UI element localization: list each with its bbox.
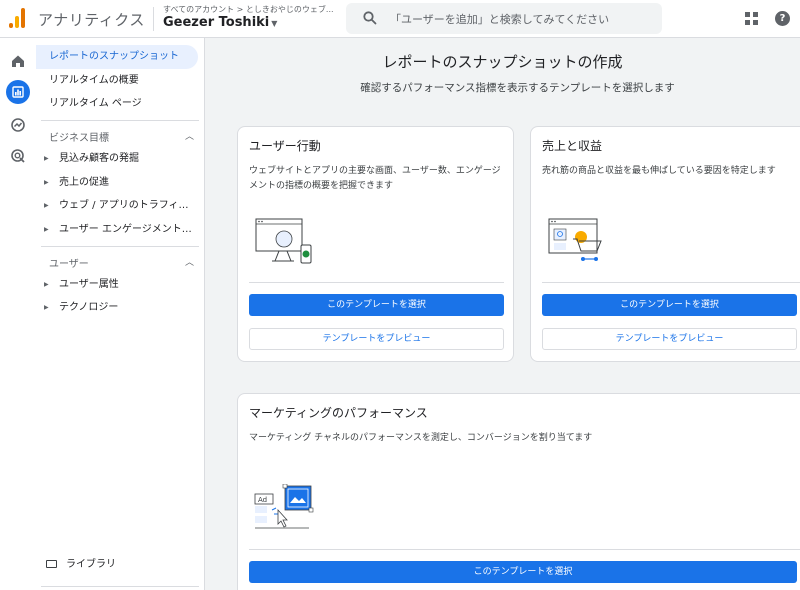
apps-grid-icon[interactable]	[745, 12, 758, 25]
expand-arrow-icon: ▶	[44, 202, 49, 209]
header-divider	[153, 7, 154, 31]
library-label: ライブラリ	[66, 559, 116, 570]
property-selector[interactable]: Geezer Toshiki ▼	[163, 15, 277, 30]
nav-divider	[41, 246, 199, 247]
sales-cart-illustration-icon	[548, 218, 602, 261]
nav-divider	[41, 586, 199, 587]
select-template-button[interactable]: このテンプレートを選択	[542, 294, 797, 316]
app-title[interactable]: アナリティクス	[38, 9, 145, 30]
select-template-button[interactable]: このテンプレートを選択	[249, 561, 797, 583]
nav-item-drive-sales[interactable]: ▶ 売上の促進	[36, 171, 198, 195]
nav-section-user[interactable]: ユーザー ︿	[49, 255, 194, 270]
nav-item-label: ユーザー エンゲージメントと...	[59, 224, 198, 235]
advertising-icon[interactable]	[6, 144, 30, 168]
user-behavior-illustration-icon	[255, 218, 312, 264]
chevron-up-icon: ︿	[184, 258, 194, 268]
reports-icon[interactable]	[6, 80, 30, 104]
ad-badge-text: Ad	[258, 496, 267, 504]
nav-item-technology[interactable]: ▶ テクノロジー	[36, 296, 198, 320]
template-card-sales-revenue: 売上と収益 売れ筋の商品と収益を最も伸ばしている要因を特定します このテンプレー…	[530, 126, 800, 362]
account-breadcrumb[interactable]: すべてのアカウント > としきおやじのウェブ...	[163, 4, 334, 15]
dropdown-caret-icon: ▼	[271, 19, 278, 28]
nav-section-label: ビジネス目標	[49, 133, 109, 144]
preview-template-button[interactable]: テンプレートをプレビュー	[249, 328, 504, 350]
preview-template-button[interactable]: テンプレートをプレビュー	[542, 328, 797, 350]
page-subtitle: 確認するパフォーマンス指標を表示するテンプレートを選択します	[360, 82, 675, 94]
card-description: マーケティング チャネルのパフォーマンスを測定し、コンバージョンを割り当てます	[249, 433, 593, 443]
template-card-user-behavior: ユーザー行動 ウェブサイトとアプリの主要な画面、ユーザー数、エンゲージメントの指…	[237, 126, 514, 362]
search-placeholder: 「ユーザーを追加」と検索してみてください	[390, 13, 610, 26]
top-app-bar: アナリティクス すべてのアカウント > としきおやじのウェブ... Geezer…	[0, 0, 800, 38]
nav-item-report-snapshot[interactable]: レポートのスナップショット	[36, 45, 198, 69]
nav-section-label: ユーザー	[49, 259, 89, 270]
card-divider	[249, 282, 504, 283]
analytics-logo-icon[interactable]	[9, 8, 25, 28]
card-description: ウェブサイトとアプリの主要な画面、ユーザー数、エンゲージメントの指標の概要を把握…	[249, 166, 501, 191]
explore-icon[interactable]	[6, 113, 30, 137]
main-content: レポートのスナップショットの作成 確認するパフォーマンス指標を表示するテンプレー…	[205, 38, 800, 590]
nav-item-library[interactable]: ライブラリ	[46, 555, 116, 570]
folder-icon	[46, 560, 57, 568]
card-title: マーケティングのパフォーマンス	[249, 406, 428, 420]
nav-item-label: ウェブ / アプリのトラフィック...	[59, 200, 198, 211]
chevron-up-icon: ︿	[184, 132, 194, 142]
marketing-ad-illustration-icon: Ad	[254, 484, 314, 529]
reports-sidenav: レポートのスナップショット リアルタイムの概要 リアルタイム ページ ビジネス目…	[36, 38, 205, 590]
nav-item-label: 見込み顧客の発掘	[59, 153, 139, 164]
expand-arrow-icon: ▶	[44, 226, 49, 233]
nav-section-business-objectives[interactable]: ビジネス目標 ︿	[49, 129, 194, 144]
nav-item-label: ユーザー属性	[59, 279, 119, 290]
navigation-rail	[0, 38, 36, 590]
card-description: 売れ筋の商品と収益を最も伸ばしている要因を特定します	[542, 166, 776, 176]
nav-item-demographics[interactable]: ▶ ユーザー属性	[36, 273, 198, 297]
card-divider	[542, 282, 800, 283]
nav-item-label: 売上の促進	[59, 177, 109, 188]
page-title: レポートのスナップショットの作成	[382, 53, 623, 71]
expand-arrow-icon: ▶	[44, 179, 49, 186]
expand-arrow-icon: ▶	[44, 155, 49, 162]
property-name: Geezer Toshiki	[163, 15, 270, 30]
card-title: 売上と収益	[542, 139, 603, 153]
card-title: ユーザー行動	[249, 139, 321, 153]
select-template-button[interactable]: このテンプレートを選択	[249, 294, 504, 316]
nav-item-realtime-pages[interactable]: リアルタイム ページ	[36, 92, 198, 116]
card-divider	[249, 549, 800, 550]
nav-item-realtime-overview[interactable]: リアルタイムの概要	[36, 69, 198, 93]
search-bar[interactable]: 「ユーザーを追加」と検索してみてください	[346, 3, 662, 34]
expand-arrow-icon: ▶	[44, 304, 49, 311]
nav-item-web-app-traffic[interactable]: ▶ ウェブ / アプリのトラフィック...	[36, 194, 198, 218]
home-icon[interactable]	[6, 49, 30, 73]
expand-arrow-icon: ▶	[44, 281, 49, 288]
help-icon[interactable]: ?	[775, 11, 790, 26]
template-card-marketing-performance: マーケティングのパフォーマンス マーケティング チャネルのパフォーマンスを測定し…	[237, 393, 800, 590]
nav-divider	[41, 120, 199, 121]
search-icon	[363, 11, 377, 25]
nav-item-user-engagement[interactable]: ▶ ユーザー エンゲージメントと...	[36, 218, 198, 242]
nav-item-lead-generation[interactable]: ▶ 見込み顧客の発掘	[36, 147, 198, 171]
nav-item-label: テクノロジー	[59, 302, 119, 313]
